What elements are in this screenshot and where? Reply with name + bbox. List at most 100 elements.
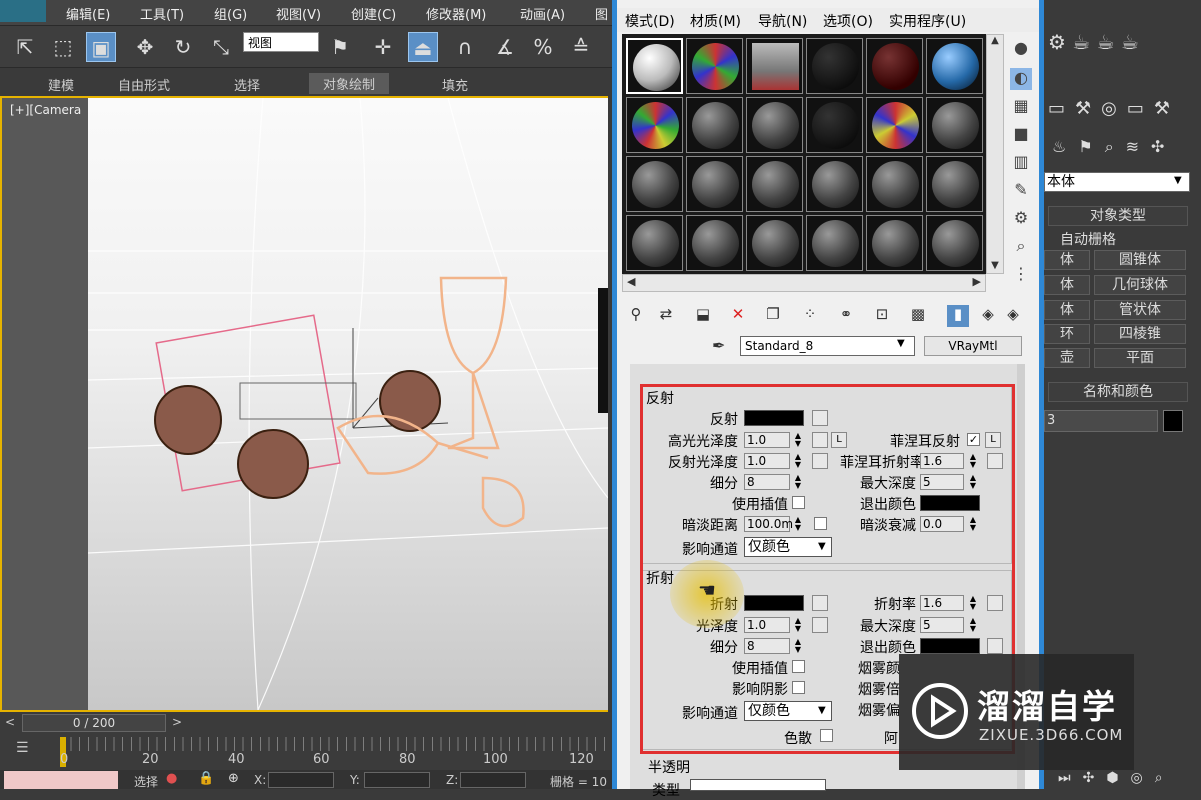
scale-icon[interactable]: ⤡ bbox=[206, 32, 236, 62]
material-slot[interactable] bbox=[746, 156, 803, 212]
selection-filter-icon[interactable]: ⚑ bbox=[325, 32, 355, 62]
app-logo-icon[interactable] bbox=[0, 0, 46, 22]
material-slot[interactable] bbox=[626, 156, 683, 212]
menu-edit[interactable]: 编辑(E) bbox=[66, 4, 110, 23]
object-category-dropdown[interactable]: 本体 bbox=[1044, 172, 1190, 192]
viewport-nav-icons[interactable]: ⏭✣⬢◎⌕ bbox=[1058, 770, 1198, 789]
slots-hscroll[interactable]: ◀ ▶ bbox=[622, 274, 986, 292]
material-slot[interactable] bbox=[866, 156, 923, 212]
sample-type-icon[interactable]: ● bbox=[1010, 38, 1032, 60]
create-torus-button[interactable]: 环 bbox=[1044, 324, 1090, 344]
material-slot[interactable] bbox=[686, 97, 743, 153]
maxscript-listener[interactable] bbox=[4, 771, 118, 789]
absolute-mode-icon[interactable]: ⊕ bbox=[228, 771, 239, 786]
spinner-snap-icon[interactable]: ≙ bbox=[566, 32, 596, 62]
put-to-scene-icon[interactable]: ⇄ bbox=[655, 305, 677, 327]
rect-select-region-icon[interactable]: ⬚ bbox=[48, 32, 78, 62]
material-slot[interactable] bbox=[686, 38, 743, 94]
scroll-down-icon[interactable]: ▼ bbox=[987, 260, 1003, 271]
scroll-left-icon[interactable]: ◀ bbox=[627, 275, 635, 288]
lock-icon[interactable]: 🔒 bbox=[198, 771, 214, 786]
menu-modes[interactable]: 模式(D) bbox=[625, 11, 675, 31]
object-category-icons[interactable]: ♨⚑⌕≋✣ bbox=[1052, 137, 1200, 161]
menu-views[interactable]: 视图(V) bbox=[276, 4, 321, 23]
menu-create[interactable]: 创建(C) bbox=[351, 4, 396, 23]
object-name-field[interactable]: 3 bbox=[1044, 410, 1158, 432]
select-by-material-icon[interactable]: ⌕ bbox=[1010, 236, 1032, 258]
make-preview-icon[interactable]: ✎ bbox=[1010, 180, 1032, 202]
material-slot[interactable] bbox=[926, 215, 983, 271]
autogrid-label[interactable]: 自动栅格 bbox=[1060, 229, 1116, 249]
scroll-right-icon[interactable]: ▶ bbox=[973, 275, 981, 288]
menu-animation[interactable]: 动画(A) bbox=[520, 4, 565, 23]
create-teapot-button[interactable]: 壶 bbox=[1044, 348, 1090, 368]
put-to-library-icon[interactable]: ⚭ bbox=[835, 305, 857, 327]
material-slot[interactable] bbox=[626, 215, 683, 271]
tab-populate[interactable]: 填充 bbox=[442, 75, 468, 94]
menu-options[interactable]: 选项(O) bbox=[823, 11, 873, 31]
material-slot[interactable] bbox=[866, 38, 923, 94]
material-slot[interactable] bbox=[926, 97, 983, 153]
go-forward-sibling-icon[interactable]: ◈ bbox=[1002, 305, 1024, 327]
make-unique-icon[interactable]: ⁘ bbox=[799, 305, 821, 327]
show-map-icon[interactable]: ▩ bbox=[907, 305, 929, 327]
create-box-button[interactable]: 体 bbox=[1044, 250, 1090, 270]
scroll-up-icon[interactable]: ▲ bbox=[987, 35, 1003, 46]
menu-modifiers[interactable]: 修改器(M) bbox=[426, 4, 486, 23]
camera-viewport[interactable]: [+][Camera bbox=[0, 96, 609, 712]
track-bar[interactable] bbox=[62, 737, 607, 751]
create-cone-button[interactable]: 圆锥体 bbox=[1094, 250, 1186, 270]
rotate-icon[interactable]: ↻ bbox=[168, 32, 198, 62]
show-end-result-icon[interactable]: ▮ bbox=[947, 305, 969, 327]
material-slot[interactable] bbox=[686, 156, 743, 212]
background-icon[interactable]: ▦ bbox=[1010, 96, 1032, 118]
reference-coord-dropdown[interactable]: 视图 bbox=[243, 32, 319, 52]
tab-freeform[interactable]: 自由形式 bbox=[118, 75, 170, 94]
name-color-rollout[interactable]: 名称和颜色 bbox=[1048, 382, 1188, 402]
get-material-icon[interactable]: ⚲ bbox=[625, 305, 647, 327]
viewport-scene[interactable] bbox=[87, 97, 609, 711]
backlight-icon[interactable]: ◐ bbox=[1010, 68, 1032, 90]
material-slot[interactable] bbox=[806, 38, 863, 94]
material-slot[interactable] bbox=[746, 38, 803, 94]
render-icons[interactable]: ⚙ ☕ ☕ ☕ bbox=[1048, 30, 1198, 64]
tab-object-paint[interactable]: 对象绘制 bbox=[309, 73, 390, 94]
material-slot[interactable] bbox=[926, 156, 983, 212]
panel-tab-icons[interactable]: ▭⚒◎▭⚒ bbox=[1048, 98, 1198, 124]
material-slot[interactable] bbox=[866, 215, 923, 271]
object-color-swatch[interactable] bbox=[1163, 410, 1183, 432]
material-slot[interactable] bbox=[806, 156, 863, 212]
reset-map-icon[interactable]: ✕ bbox=[727, 305, 749, 327]
select-object-icon[interactable]: ⇱ bbox=[10, 32, 40, 62]
material-navigator-icon[interactable]: ⋮ bbox=[1010, 264, 1032, 286]
video-color-check-icon[interactable]: ▥ bbox=[1010, 152, 1032, 174]
create-sphere-button[interactable]: 体 bbox=[1044, 300, 1090, 320]
go-to-parent-icon[interactable]: ◈ bbox=[977, 305, 999, 327]
assign-to-selection-icon[interactable]: ⬓ bbox=[692, 305, 714, 327]
copy-material-icon[interactable]: ❐ bbox=[762, 305, 784, 327]
next-frame-button[interactable]: > bbox=[172, 715, 182, 729]
create-plane-button[interactable]: 平面 bbox=[1094, 348, 1186, 368]
material-type-button[interactable]: VRayMtl bbox=[924, 336, 1022, 356]
menu-graph[interactable]: 图 bbox=[595, 4, 608, 23]
menu-navigation[interactable]: 导航(N) bbox=[758, 11, 807, 31]
material-slot[interactable] bbox=[746, 97, 803, 153]
tab-modeling[interactable]: 建模 bbox=[48, 75, 74, 94]
eyedropper-icon[interactable]: ✒ bbox=[712, 336, 725, 355]
create-geosphere-button[interactable]: 几何球体 bbox=[1094, 275, 1186, 295]
uv-tiling-icon[interactable]: ■ bbox=[1010, 124, 1032, 146]
pivot-icon[interactable]: ✛ bbox=[368, 32, 398, 62]
curve-editor-icon[interactable]: ☰ bbox=[16, 740, 40, 764]
prev-frame-button[interactable]: < bbox=[5, 715, 15, 729]
create-tube-button[interactable]: 管状体 bbox=[1094, 300, 1186, 320]
chevron-down-icon[interactable]: ▼ bbox=[897, 338, 905, 349]
y-coord-field[interactable] bbox=[364, 772, 430, 788]
material-id-icon[interactable]: ⊡ bbox=[871, 305, 893, 327]
percent-snap-icon[interactable]: % bbox=[528, 32, 558, 62]
create-pyramid-button[interactable]: 四棱锥 bbox=[1094, 324, 1186, 344]
x-coord-field[interactable] bbox=[268, 772, 334, 788]
window-crossing-icon[interactable]: ▣ bbox=[86, 32, 116, 62]
material-slot[interactable] bbox=[626, 38, 683, 94]
time-slider[interactable]: 0 / 200 bbox=[22, 714, 166, 732]
menu-group[interactable]: 组(G) bbox=[214, 4, 247, 23]
